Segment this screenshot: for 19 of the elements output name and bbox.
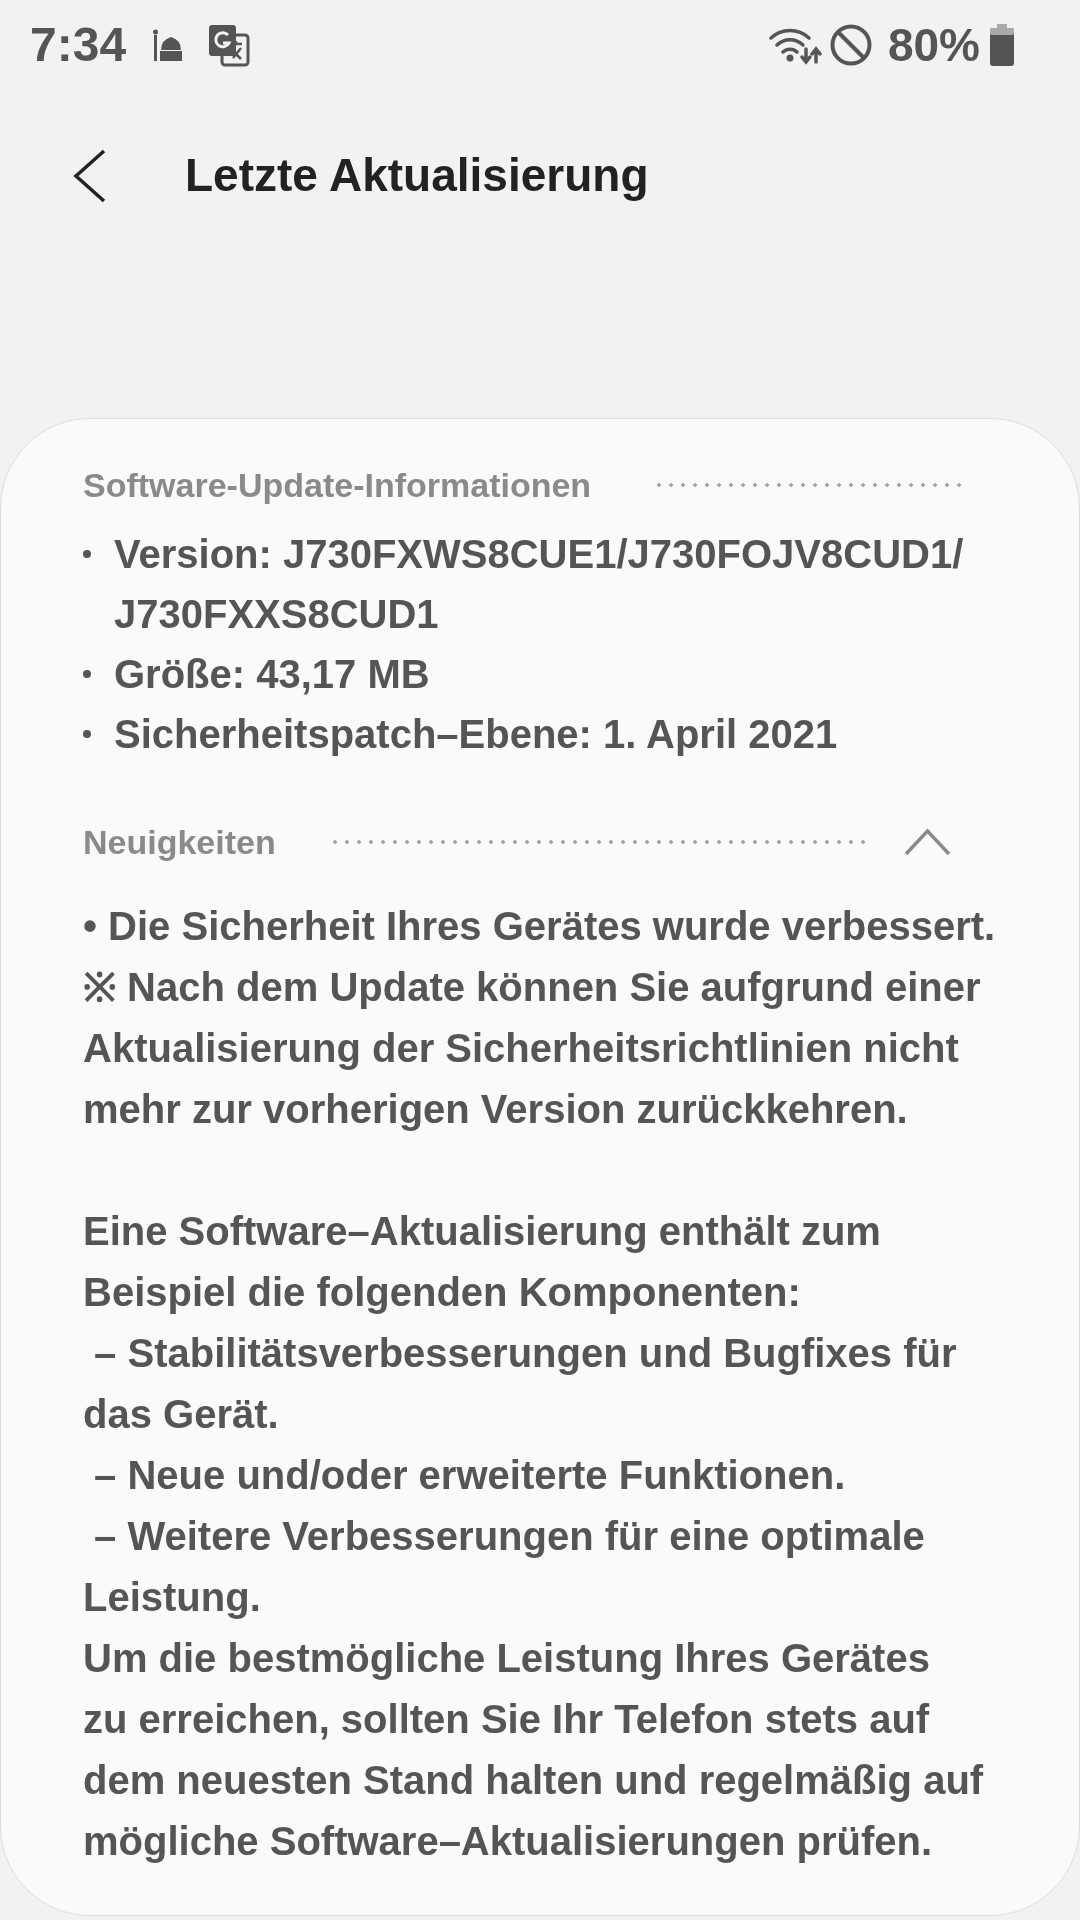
chevron-up-icon[interactable] [904, 828, 951, 856]
section-title: Software-Update-Informationen [83, 464, 592, 506]
info-item-text: Größe: 43,17 MB [114, 651, 430, 698]
info-item-text: Version: J730FXWS8CUE1/J730FOJV8CUD1/ J730FXXS8CUD1 [114, 531, 964, 638]
mosque-icon [152, 29, 183, 61]
battery-icon [988, 24, 1016, 66]
bullet-icon [83, 550, 91, 558]
battery-percentage: 80% [887, 22, 980, 68]
back-icon[interactable] [73, 149, 107, 203]
section-title: Neuigkeiten [83, 821, 276, 863]
body-paragraph: Eine Software–Aktualisierung enthält zum Beispiel die folgenden Komponenten: – Stabilitätsverbesserungen und Bugfixes für das Gerät. – Neue und/oder erweiterte Funktionen. – Weitere Verbesserungen für eine optimale Leistung. Um die bestmögliche Leistung Ihres Gerätes zu erreichen, sollten Sie Ihr Telefon stets auf dem neuesten Stand halten und regelmäßig auf mögliche Software–Aktualisierungen prüfen. [83, 1208, 985, 1865]
translate-icon [208, 23, 251, 67]
body-paragraph: • Die Sicherheit Ihres Gerätes wurde verbessert. ※ Nach dem Update können Sie aufgrund einer Aktualisierung der Sicherheitsrichtlinien nicht mehr zur vorherigen Version zurückkehren. [83, 903, 997, 1133]
bullet-icon [83, 670, 91, 678]
page-title: Letzte Aktualisierung [185, 148, 649, 204]
bullet-icon [83, 730, 91, 738]
do-not-disturb-icon [829, 24, 872, 66]
info-item-text: Sicherheitspatch–Ebene: 1. April 2021 [114, 711, 838, 758]
status-time: 7:34 [30, 21, 127, 69]
